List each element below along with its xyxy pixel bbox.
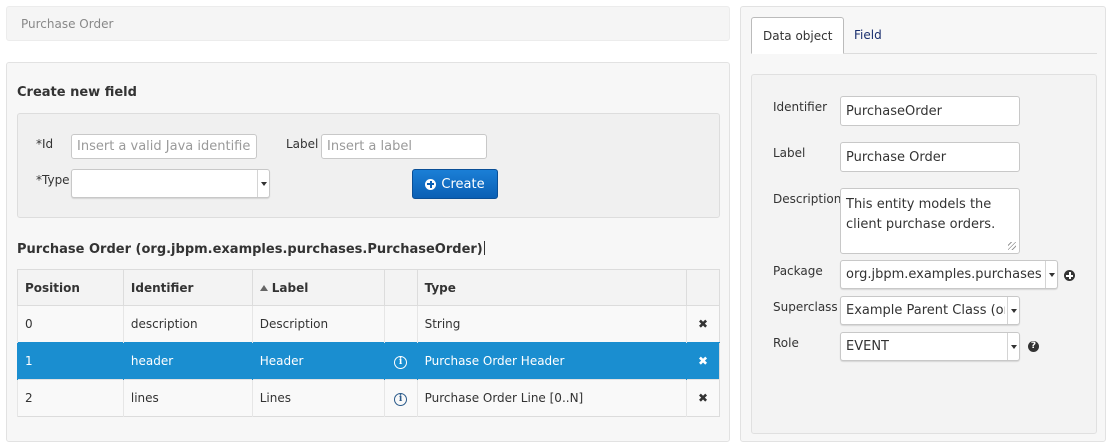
chevron-down-icon (257, 170, 269, 197)
col-label[interactable]: Label (251, 269, 385, 306)
cell-info: i (383, 379, 418, 417)
col-position[interactable]: Position (17, 269, 124, 306)
resize-grip-icon[interactable] (1008, 242, 1016, 250)
breadcrumb: Purchase Order (6, 6, 730, 41)
cell-label: Header (251, 342, 385, 380)
table-header-row: Position Identifier Label Type (17, 269, 721, 306)
sort-ascending-icon (259, 284, 268, 291)
label-input[interactable] (840, 142, 1020, 172)
info-icon[interactable]: i (394, 356, 408, 369)
table-row[interactable]: 2 lines Lines i Purchase Order Line [0..… (17, 379, 720, 417)
create-button-label: Create (441, 176, 485, 192)
id-label: *Id (36, 137, 54, 151)
object-title: Purchase Order (org.jbpm.examples.purcha… (17, 241, 485, 257)
properties-tabs: Data object Field (751, 17, 1097, 54)
cell-identifier: lines (122, 379, 253, 417)
cell-position: 2 (17, 379, 124, 417)
identifier-label: Identifier (773, 100, 828, 114)
description-textarea[interactable]: This entity models the client purchase o… (840, 188, 1020, 254)
identifier-input[interactable] (840, 96, 1020, 126)
cell-identifier: description (122, 305, 253, 343)
cell-position: 0 (17, 305, 124, 343)
table-row[interactable]: 1 header Header i Purchase Order Header … (17, 342, 720, 380)
label-label: Label (286, 137, 319, 151)
cell-identifier: header (122, 342, 253, 380)
data-object-editor: Create new field *Id Label *Type Create … (6, 62, 730, 442)
breadcrumb-title: Purchase Order (21, 17, 114, 31)
field-label-input[interactable] (321, 134, 487, 159)
create-field-form: *Id Label *Type Create (17, 113, 720, 218)
field-type-select[interactable] (71, 169, 270, 198)
cell-type: String (416, 305, 687, 343)
package-select[interactable]: org.jbpm.examples.purchases (840, 260, 1058, 289)
col-info (383, 269, 418, 306)
cell-info (383, 305, 418, 343)
col-identifier[interactable]: Identifier (122, 269, 253, 306)
delete-icon[interactable]: ✖ (685, 342, 720, 380)
superclass-value: Example Parent Class (or (846, 303, 1005, 318)
tab-data-object[interactable]: Data object (751, 17, 845, 54)
tab-field[interactable]: Field (843, 17, 893, 54)
superclass-label: Superclass (773, 300, 838, 314)
description-label: Description (773, 192, 842, 206)
data-object-properties: Identifier Label Description This entity… (751, 74, 1097, 434)
package-value: org.jbpm.examples.purchases (846, 267, 1042, 282)
role-select[interactable]: EVENT (840, 332, 1020, 361)
properties-panel: Data object Field Identifier Label Descr… (740, 6, 1106, 442)
type-label: *Type (36, 173, 70, 187)
chevron-down-icon (1007, 297, 1019, 324)
cell-type: Purchase Order Line [0..N] (416, 379, 687, 417)
col-type[interactable]: Type (416, 269, 687, 306)
delete-icon[interactable]: ✖ (685, 305, 720, 343)
label-field-label: Label (773, 146, 806, 160)
table-row[interactable]: 0 description Description String ✖ (17, 305, 720, 343)
object-title-text: Purchase Order (org.jbpm.examples.purcha… (17, 242, 483, 257)
delete-icon[interactable]: ✖ (685, 379, 720, 417)
cell-info: i (383, 342, 418, 380)
cell-label: Description (251, 305, 385, 343)
text-caret (483, 241, 485, 255)
add-package-icon[interactable] (1064, 270, 1075, 281)
cell-label: Lines (251, 379, 385, 417)
plus-circle-icon (425, 178, 437, 190)
fields-table: Position Identifier Label Type 0 descrip… (17, 269, 721, 417)
help-icon[interactable]: ? (1028, 341, 1039, 352)
description-text: This entity models the client purchase o… (846, 197, 996, 232)
chevron-down-icon (1045, 261, 1057, 288)
col-actions (685, 269, 721, 306)
field-id-input[interactable] (71, 134, 257, 159)
cell-position: 1 (17, 342, 124, 380)
package-label: Package (773, 264, 823, 278)
cell-type: Purchase Order Header (416, 342, 687, 380)
create-field-button[interactable]: Create (412, 169, 498, 199)
info-icon[interactable]: i (394, 393, 408, 406)
chevron-down-icon (1007, 333, 1019, 360)
role-label: Role (773, 336, 799, 350)
superclass-select[interactable]: Example Parent Class (or (840, 296, 1020, 325)
create-field-title: Create new field (17, 85, 137, 100)
role-value: EVENT (846, 339, 889, 354)
